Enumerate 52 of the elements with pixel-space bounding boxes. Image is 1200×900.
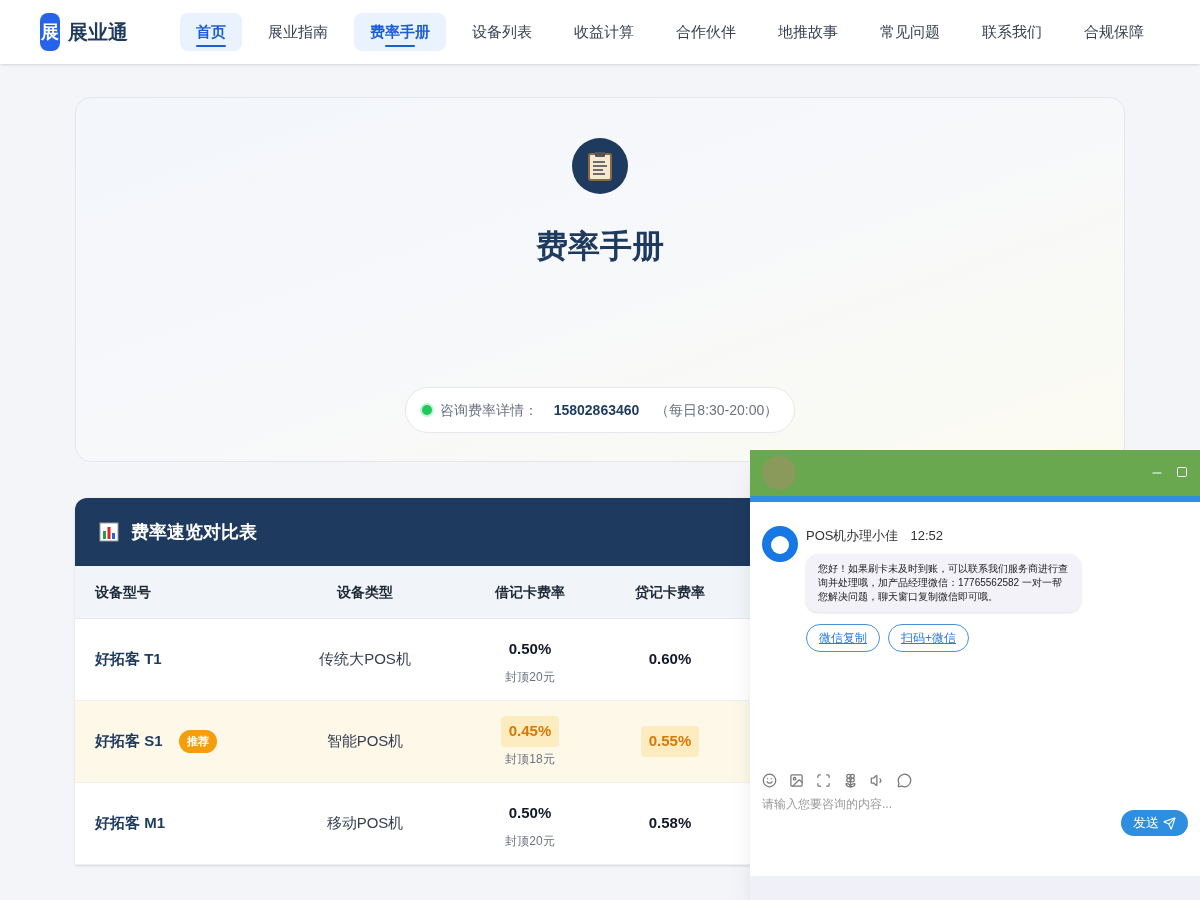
sender-name: POS机办理小佳 (806, 527, 899, 545)
nav-tab[interactable]: 常见问题 (864, 13, 956, 51)
nav-tab[interactable]: 费率手册 (354, 13, 446, 51)
maximize-icon[interactable] (1176, 466, 1188, 478)
table-title: 费率速览对比表 (131, 521, 257, 544)
recommend-badge: 推荐 (178, 730, 217, 753)
nav-tab[interactable]: 首页 (180, 13, 242, 51)
device-type: 移动POS机 (326, 813, 404, 834)
device-type: 智能POS机 (326, 731, 404, 752)
agent-avatar-icon (762, 526, 798, 562)
message-bubble: 您好！如果刷卡未及时到账，可以联系我们服务商进行查询并处理哦，加产品经理微信：17765562582 一对一帮您解决问题，聊天窗口复制微信即可哦。 (806, 553, 1081, 612)
nav-tab[interactable]: 地推故事 (762, 13, 854, 51)
contact-phone: 15802863460 (553, 401, 640, 420)
debit-rate: 0.45% (500, 716, 560, 747)
nav-tab[interactable]: 设备列表 (456, 13, 548, 51)
nav-tab[interactable]: 合规保障 (1068, 13, 1160, 51)
nav-tab[interactable]: 展业指南 (252, 13, 344, 51)
brand-name: 展业通 (68, 20, 128, 45)
column-header: 贷记卡费率 (635, 583, 705, 602)
clipboard-icon (572, 138, 628, 194)
credit-rate: 0.55% (640, 726, 700, 757)
chat-bubble-icon[interactable] (897, 773, 912, 788)
logo-mark: 展 (40, 13, 60, 51)
agent-avatar-icon (762, 456, 796, 490)
debit-rate: 0.50% (507, 639, 553, 660)
nav-tab[interactable]: 收益计算 (558, 13, 650, 51)
flower-icon[interactable] (843, 773, 858, 788)
column-header: 设备型号 (93, 583, 152, 602)
page-title: 费率手册 (536, 227, 664, 266)
bar-chart-icon (99, 522, 119, 542)
credit-rate: 0.60% (647, 649, 693, 670)
send-icon (1163, 816, 1176, 830)
message-time: 12:52 (910, 527, 943, 545)
debit-rate: 0.50% (507, 803, 553, 824)
cap-note: 封顶18元 (505, 750, 555, 767)
emoji-icon[interactable] (762, 773, 777, 788)
model-name: 好拓客 M1 (95, 813, 165, 834)
screenshot-icon[interactable] (816, 773, 831, 788)
message-input[interactable]: 请输入您要咨询的内容... (762, 796, 1121, 812)
nav-tab[interactable]: 联系我们 (966, 13, 1058, 51)
model-name: 好拓客 T1 (95, 649, 162, 670)
cap-note: 封顶20元 (505, 668, 555, 685)
model-name: 好拓客 S1 (95, 731, 163, 752)
cap-note: 封顶20元 (505, 832, 555, 849)
column-header: 借记卡费率 (495, 583, 565, 602)
image-icon[interactable] (789, 773, 804, 788)
credit-rate: 0.58% (647, 813, 693, 834)
device-type: 传统大POS机 (319, 649, 411, 670)
nav-tab[interactable]: 合作伙伴 (660, 13, 752, 51)
column-header: 设备类型 (337, 583, 393, 602)
contact-label: 咨询费率详情： (439, 401, 538, 420)
contact-hours: （每日8:30-20:00） (655, 401, 779, 420)
